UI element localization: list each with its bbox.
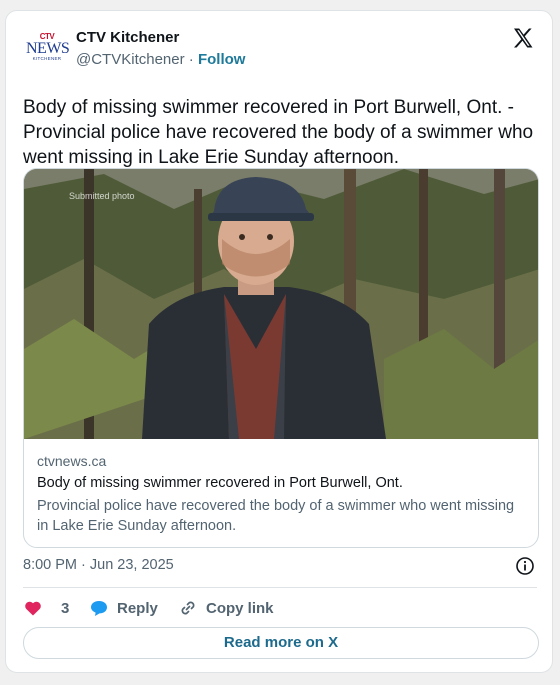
reply-label: Reply — [117, 599, 158, 617]
speech-bubble-icon — [91, 601, 107, 616]
read-more-button[interactable]: Read more on X — [23, 627, 539, 659]
copy-link-button[interactable]: Copy link — [178, 597, 274, 619]
handle-separator: · — [184, 51, 198, 68]
post-timestamp[interactable]: 8:00 PM · Jun 23, 2025 — [23, 557, 174, 573]
logo-middle-text: NEWS — [26, 40, 70, 57]
ctv-news-logo[interactable]: CTV NEWS KITCHENER — [26, 33, 70, 71]
post-text: Body of missing swimmer recovered in Por… — [23, 97, 534, 168]
x-logo-icon[interactable] — [511, 26, 535, 50]
info-icon[interactable] — [515, 556, 535, 576]
like-button[interactable]: 3 — [23, 597, 69, 619]
follow-button[interactable]: Follow — [198, 51, 246, 68]
link-preview-card[interactable]: Submitted photo ctvnews.ca Body of missi… — [23, 168, 539, 548]
link-description: Provincial police have recovered the bod… — [37, 498, 515, 534]
article-photo: Submitted photo — [24, 169, 538, 439]
photo-credit: Submitted photo — [69, 191, 135, 201]
post-header: CTV NEWS KITCHENER CTV Kitchener @CTVKit… — [6, 11, 552, 81]
embedded-post-card: CTV NEWS KITCHENER CTV Kitchener @CTVKit… — [5, 10, 553, 673]
divider — [23, 587, 537, 588]
author-handle-row: @CTVKitchener · Follow — [76, 51, 245, 68]
link-icon — [181, 601, 195, 615]
author-handle[interactable]: @CTVKitchener — [76, 51, 185, 68]
heart-icon — [25, 601, 41, 616]
reply-button[interactable]: Reply — [89, 597, 158, 619]
link-title: Body of missing swimmer recovered in Por… — [37, 475, 403, 491]
copy-link-label: Copy link — [206, 599, 274, 617]
like-count: 3 — [61, 599, 70, 617]
author-name[interactable]: CTV Kitchener — [76, 29, 179, 46]
link-domain: ctvnews.ca — [37, 453, 107, 469]
